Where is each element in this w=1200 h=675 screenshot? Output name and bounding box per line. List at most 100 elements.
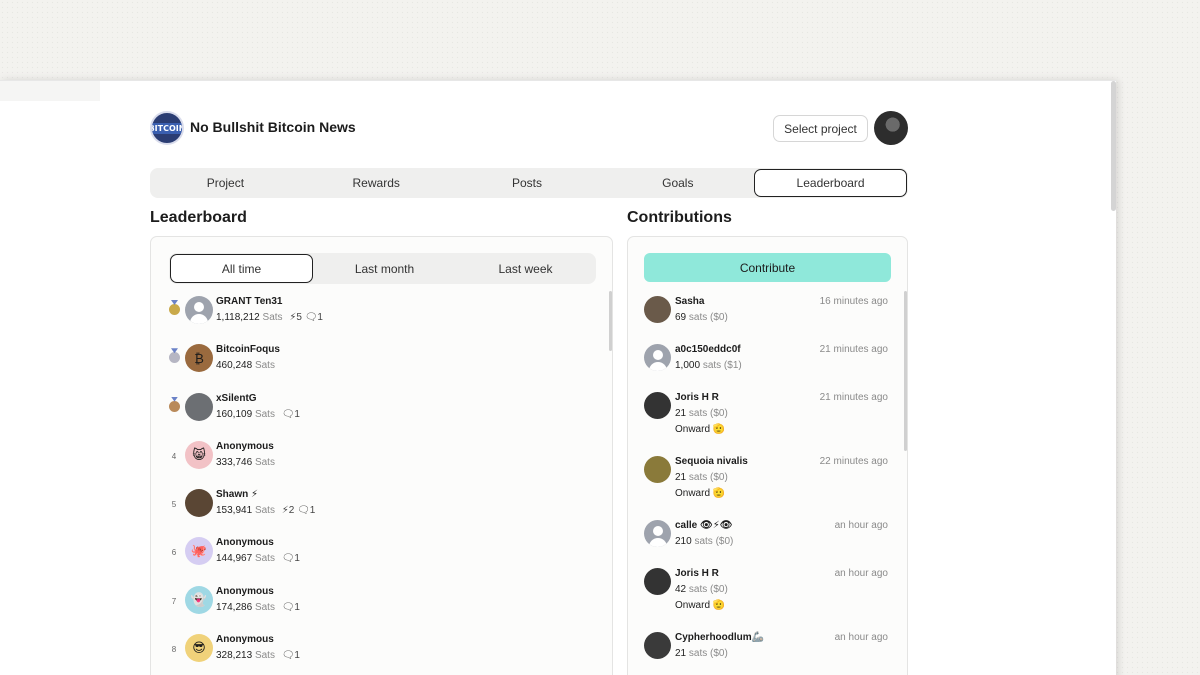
medal-icon	[169, 304, 180, 315]
contributor-avatar[interactable]	[644, 344, 671, 371]
contributor-name[interactable]: Anonymous	[216, 537, 274, 548]
contribution-row[interactable]: Sasha 16 minutes ago 69 sats ($0)	[644, 295, 888, 343]
contributor-name[interactable]: Anonymous	[216, 634, 274, 645]
leaderboard-row[interactable]: 5 Shawn ⚡ 153,941 Sats ⚡2 🗨1	[167, 488, 587, 536]
contribution-row[interactable]: Cypherhoodlum🦾 an hour ago 21 sats ($0)	[644, 631, 888, 675]
leaderboard-row[interactable]: 8 😎 Anonymous 328,213 Sats 🗨1	[167, 633, 587, 675]
sidebar-strip	[0, 81, 100, 101]
contributor-avatar[interactable]	[644, 392, 671, 419]
contributor-name[interactable]: Joris H R	[675, 392, 719, 403]
project-logo: BITCOIN	[150, 111, 184, 145]
contributor-name[interactable]: Joris H R	[675, 568, 719, 579]
filter-all-time[interactable]: All time	[170, 254, 313, 283]
contributor-name[interactable]: a0c150eddc0f	[675, 344, 741, 355]
contribution-message: Onward 🫡	[675, 600, 726, 611]
contribution-amount: 21 sats ($0)	[675, 408, 728, 419]
contribution-row[interactable]: Joris H R 21 minutes ago 21 sats ($0) On…	[644, 391, 888, 455]
contributor-name[interactable]: GRANT Ten31	[216, 296, 283, 307]
medal-icon	[169, 352, 180, 364]
contributor-name[interactable]: BitcoinFoqus	[216, 344, 280, 355]
sats-unit: Sats	[262, 312, 283, 323]
sats-amount: 210	[675, 536, 692, 547]
contributor-avatar[interactable]: 😸	[185, 440, 213, 469]
sats-unit: Sats	[254, 553, 275, 565]
contributor-name[interactable]: Sequoia nivalis	[675, 456, 748, 467]
contributor-stats: 1,118,212 Sats ⚡5 🗨1	[216, 312, 323, 323]
contribution-amount: 210 sats ($0)	[675, 536, 733, 547]
sats-amount: 1,118,212	[216, 312, 260, 323]
activity-counts: ⚡5 🗨1	[289, 312, 323, 323]
contributor-stats: 144,967 Sats 🗨1	[216, 553, 300, 564]
contribution-row[interactable]: Joris H R an hour ago 42 sats ($0) Onwar…	[644, 567, 888, 631]
sats-amount: 153,941	[216, 505, 253, 517]
filter-last-month[interactable]: Last month	[314, 253, 455, 284]
contributor-name[interactable]: Cypherhoodlum🦾	[675, 632, 764, 643]
contributor-avatar[interactable]	[644, 632, 671, 659]
filter-last-week[interactable]: Last week	[455, 253, 596, 284]
contribution-amount: 1,000 sats ($1)	[675, 360, 742, 371]
leaderboard-row[interactable]: 6 🐙 Anonymous 144,967 Sats 🗨1	[167, 536, 587, 584]
project-title: No Bullshit Bitcoin News	[190, 119, 356, 135]
contribution-time: 22 minutes ago	[819, 456, 888, 467]
contributor-stats: 328,213 Sats 🗨1	[216, 650, 300, 661]
contributor-avatar[interactable]	[644, 520, 671, 547]
sats-unit: Sats	[254, 408, 275, 420]
contributor-avatar[interactable]	[185, 392, 213, 421]
user-avatar[interactable]	[874, 111, 908, 145]
sats-unit: Sats	[254, 650, 275, 662]
rank-number: 7	[171, 596, 177, 606]
tab-posts[interactable]: Posts	[452, 168, 603, 198]
contributor-avatar[interactable]: ₿	[185, 344, 213, 373]
contributor-avatar[interactable]	[644, 568, 671, 595]
tab-goals[interactable]: Goals	[602, 168, 753, 198]
contributor-name[interactable]: Anonymous	[216, 586, 274, 597]
sats-amount: 21	[675, 648, 687, 659]
sats-amount: 144,967	[216, 553, 253, 565]
leaderboard-scrollbar[interactable]	[609, 291, 612, 351]
contributor-avatar[interactable]: 🐙	[185, 537, 213, 566]
tab-project[interactable]: Project	[150, 168, 301, 198]
contributor-name[interactable]: Sasha	[675, 296, 704, 307]
sats-amount: 42	[675, 584, 687, 595]
contributor-name[interactable]: calle 👁⚡👁	[675, 520, 732, 531]
contribution-amount: 42 sats ($0)	[675, 584, 728, 595]
sats-unit: Sats	[254, 505, 275, 517]
medal-icon	[169, 400, 180, 412]
contribution-time: 21 minutes ago	[819, 344, 888, 355]
sats-unit: sats ($0)	[688, 648, 728, 659]
contributor-avatar[interactable]: 😎	[185, 634, 213, 663]
leaderboard-row[interactable]: GRANT Ten31 1,118,212 Sats ⚡5 🗨1	[167, 295, 587, 343]
contributions-scrollbar[interactable]	[904, 291, 907, 451]
project-tabs: Project Rewards Posts Goals Leaderboard	[150, 168, 908, 198]
sats-unit: sats ($0)	[688, 472, 728, 483]
contribution-row[interactable]: Sequoia nivalis 22 minutes ago 21 sats (…	[644, 455, 888, 519]
leaderboard-row[interactable]: 7 👻 Anonymous 174,286 Sats 🗨1	[167, 585, 587, 633]
contributor-avatar[interactable]	[644, 296, 671, 323]
rank-number: 8	[171, 645, 177, 655]
contributor-stats: 160,109 Sats 🗨1	[216, 409, 300, 420]
window-scrollbar[interactable]	[1111, 81, 1116, 211]
leaderboard-row[interactable]: xSilentG 160,109 Sats 🗨1	[167, 392, 587, 440]
contributor-avatar[interactable]	[185, 296, 213, 324]
leaderboard-row[interactable]: ₿ BitcoinFoqus 460,248 Sats	[167, 343, 587, 391]
activity-counts: ⚡2 🗨1	[281, 505, 316, 517]
contributor-name[interactable]: Anonymous	[216, 441, 274, 452]
contributor-avatar[interactable]	[644, 456, 671, 483]
contributor-name[interactable]: xSilentG	[216, 393, 257, 404]
contribution-time: an hour ago	[834, 520, 888, 531]
contributions-panel: Contribute Sasha 16 minutes ago 69 sats …	[627, 236, 908, 675]
contributor-avatar[interactable]: 👻	[185, 585, 213, 614]
tab-rewards[interactable]: Rewards	[301, 168, 452, 198]
contribution-row[interactable]: a0c150eddc0f 21 minutes ago 1,000 sats (…	[644, 343, 888, 391]
rank-number: 6	[171, 548, 177, 558]
contribution-row[interactable]: calle 👁⚡👁 an hour ago 210 sats ($0)	[644, 519, 888, 567]
contribution-amount: 69 sats ($0)	[675, 312, 728, 323]
tab-leaderboard[interactable]: Leaderboard	[754, 169, 907, 197]
contributor-name[interactable]: Shawn ⚡	[216, 489, 258, 500]
leaderboard-row[interactable]: 4 😸 Anonymous 333,746 Sats	[167, 440, 587, 488]
select-project-button[interactable]: Select project	[773, 115, 868, 142]
sats-amount: 328,213	[216, 650, 253, 662]
contributor-avatar[interactable]	[185, 489, 213, 518]
contribute-button[interactable]: Contribute	[644, 253, 891, 282]
contribution-message: Onward 🫡	[675, 424, 726, 435]
